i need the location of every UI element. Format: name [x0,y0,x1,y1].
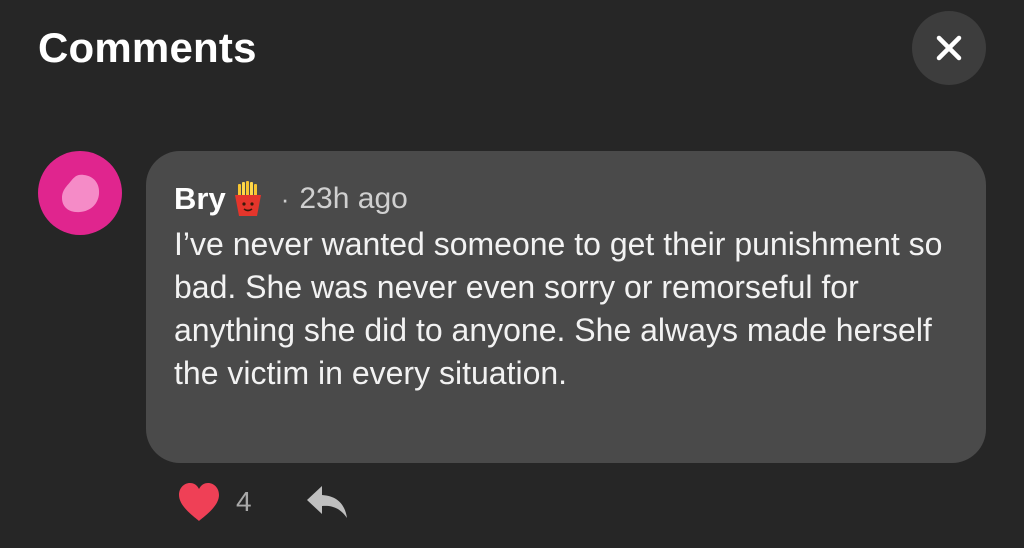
comment-actions: 4 [176,480,350,524]
avatar[interactable] [38,151,122,235]
close-icon [936,35,962,61]
avatar-blob-icon [62,174,100,213]
like-count: 4 [236,486,252,517]
comment-meta: Bry · 23h ago [174,177,958,221]
comment-timestamp: 23h ago [299,182,408,215]
comment-text: I’ve never wanted someone to get their p… [174,226,943,391]
reply-arrow-icon [306,486,347,518]
french-fries-icon [229,180,267,218]
comment-author[interactable]: Bry [174,181,226,217]
comments-panel: Comments Bry · 23h ago I’ve never wanted… [0,0,1024,548]
like-button[interactable]: 4 [176,481,252,523]
meta-separator: · [280,183,290,214]
comment-bubble: Bry · 23h ago I’ve never wanted someone … [146,151,986,463]
heart-icon [179,483,219,521]
page-title: Comments [38,24,257,71]
close-button[interactable] [912,11,986,85]
reply-button[interactable] [304,483,350,521]
